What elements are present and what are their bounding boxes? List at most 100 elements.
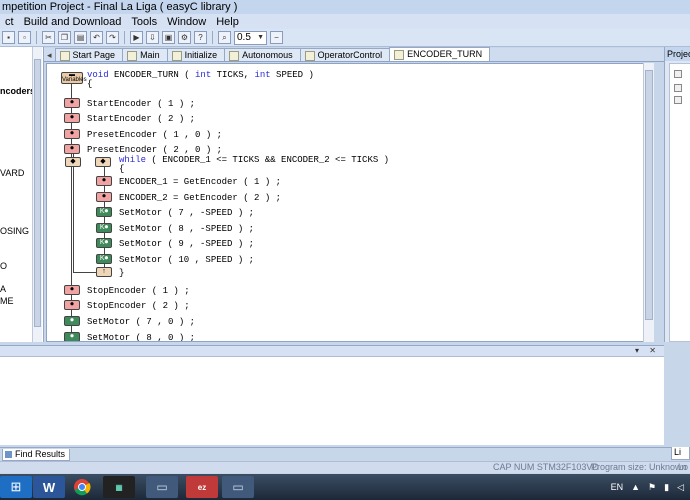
paste-icon[interactable]: ▤: [74, 31, 87, 44]
tray-arrow-icon[interactable]: ▲: [631, 482, 640, 492]
scroll-thumb[interactable]: [34, 59, 41, 327]
language-indicator[interactable]: EN: [611, 482, 624, 492]
project-tree[interactable]: [669, 63, 690, 342]
tab-main[interactable]: Main: [122, 48, 168, 61]
get-encoder-block[interactable]: ⏺: [96, 192, 112, 202]
code-line[interactable]: StartEncoder ( 1 ) ;: [87, 99, 195, 109]
preset-encoder-block[interactable]: ⏺: [64, 129, 80, 139]
tab-start-page[interactable]: Start Page: [54, 48, 124, 61]
left-panel-item[interactable]: O: [0, 261, 7, 271]
stop-encoder-block[interactable]: ⏺: [64, 300, 80, 310]
code-line[interactable]: ENCODER_2 = GetEncoder ( 2 ) ;: [119, 193, 281, 203]
open-folder-icon[interactable]: ▫: [18, 31, 31, 44]
tab-li[interactable]: Li: [671, 447, 690, 460]
tabs-left-arrow-icon[interactable]: ◂: [44, 50, 55, 61]
word-icon[interactable]: W: [33, 476, 65, 498]
copy-icon[interactable]: ❐: [58, 31, 71, 44]
flow-line: [73, 152, 74, 272]
zoom-select[interactable]: 0.5 ▼: [234, 30, 267, 45]
tab-find-results[interactable]: Find Results: [2, 449, 71, 461]
menu-help[interactable]: Help: [211, 16, 244, 28]
editor-tabs: ◂ Start Page Main Initialize Autonomous …: [44, 47, 664, 62]
code-line[interactable]: SetMotor ( 8 , -SPEED ) ;: [119, 224, 254, 234]
tab-encoder-turn[interactable]: ENCODER_TURN: [389, 47, 491, 61]
loop-end-block[interactable]: ↑: [96, 267, 112, 277]
panel-controls-icon[interactable]: ▾ ✕: [635, 346, 660, 355]
settings-icon[interactable]: ⚙: [178, 31, 191, 44]
preset-encoder-block[interactable]: ⏺: [64, 144, 80, 154]
save-icon[interactable]: ▪: [2, 31, 15, 44]
stop-encoder-block[interactable]: ⏺: [64, 285, 80, 295]
build-icon[interactable]: ▶: [130, 31, 143, 44]
tree-item-icon[interactable]: [674, 70, 682, 78]
flag-icon[interactable]: ⚑: [648, 482, 656, 493]
project-panel: Project: [664, 47, 690, 342]
code-editor[interactable]: ▬ Variables void ENCODER_TURN ( int TICKS…: [46, 63, 654, 342]
variables-label: Variables: [62, 77, 87, 83]
code-line[interactable]: ENCODER_1 = GetEncoder ( 1 ) ;: [119, 177, 281, 187]
easyc-icon[interactable]: ez: [186, 476, 218, 498]
get-encoder-block[interactable]: ⏺: [96, 176, 112, 186]
zoom-out-icon[interactable]: −: [270, 31, 283, 44]
menu-tools[interactable]: Tools: [126, 16, 162, 28]
menu-bar: ct Build and Download Tools Window Help: [0, 14, 690, 29]
output-panel: ▾ ✕: [0, 345, 664, 445]
set-motor-block[interactable]: K⏺: [96, 238, 112, 248]
start-encoder-block[interactable]: ⏺: [64, 98, 80, 108]
code-line[interactable]: SetMotor ( 10 , SPEED ) ;: [119, 255, 254, 265]
set-motor-block[interactable]: K⏺: [96, 207, 112, 217]
tab-initialize[interactable]: Initialize: [166, 48, 226, 61]
set-motor-block[interactable]: ⏺: [64, 316, 80, 326]
set-motor-block[interactable]: ⏺: [64, 332, 80, 341]
left-scrollbar[interactable]: [32, 47, 42, 342]
left-panel-item[interactable]: VARD: [0, 168, 24, 178]
explorer-window-icon[interactable]: ▭: [222, 476, 254, 498]
scroll-thumb[interactable]: [645, 70, 653, 320]
undo-icon[interactable]: ↶: [90, 31, 103, 44]
menu-build-and-download[interactable]: Build and Download: [19, 16, 127, 28]
zoom-icon[interactable]: ⌕: [218, 31, 231, 44]
code-line[interactable]: SetMotor ( 7 , -SPEED ) ;: [119, 208, 254, 218]
while-condition-block[interactable]: ◆: [95, 157, 111, 167]
project-panel-title: Project: [665, 47, 690, 61]
code-line[interactable]: PresetEncoder ( 2 , 0 ) ;: [87, 145, 222, 155]
start-button[interactable]: ⊞: [0, 476, 32, 498]
code-line[interactable]: StopEncoder ( 1 ) ;: [87, 286, 190, 296]
menu-window[interactable]: Window: [162, 16, 211, 28]
tab-operator-control[interactable]: OperatorControl: [299, 48, 391, 61]
code-line[interactable]: SetMotor ( 8 , 0 ) ;: [87, 333, 195, 341]
function-name: ENCODER_TURN (: [108, 70, 196, 80]
menu-project[interactable]: ct: [0, 16, 19, 28]
left-panel-item[interactable]: ME: [0, 296, 14, 306]
download-icon[interactable]: ⇩: [146, 31, 159, 44]
explorer-icon[interactable]: ▭: [146, 476, 178, 498]
tab-autonomous[interactable]: Autonomous: [224, 48, 301, 61]
code-line[interactable]: StartEncoder ( 2 ) ;: [87, 114, 195, 124]
volume-icon[interactable]: ◁: [677, 482, 684, 493]
tree-item-icon[interactable]: [674, 96, 682, 104]
code-line[interactable]: PresetEncoder ( 1 , 0 ) ;: [87, 130, 222, 140]
variables-block[interactable]: ▬ Variables: [61, 72, 87, 84]
code-line[interactable]: SetMotor ( 7 , 0 ) ;: [87, 317, 195, 327]
window-title: mpetition Project - Final La Liga ( easy…: [0, 0, 690, 14]
status-program-size: Program size: Unknown: [591, 462, 687, 472]
set-motor-block[interactable]: K⏺: [96, 223, 112, 233]
set-motor-block[interactable]: K⏺: [96, 254, 112, 264]
keyword: int: [254, 70, 271, 80]
left-panel-item[interactable]: ncoders: [0, 86, 35, 96]
chrome-icon[interactable]: [66, 476, 98, 498]
battery-icon[interactable]: ▮: [664, 482, 669, 493]
editor-scrollbar[interactable]: [643, 63, 654, 342]
left-panel-item[interactable]: OSING: [0, 226, 29, 236]
terminal-icon[interactable]: ▣: [162, 31, 175, 44]
help-icon[interactable]: ?: [194, 31, 207, 44]
tree-item-icon[interactable]: [674, 84, 682, 92]
cut-icon[interactable]: ✂: [42, 31, 55, 44]
app-icon[interactable]: ▦: [103, 476, 135, 498]
start-encoder-block[interactable]: ⏺: [64, 113, 80, 123]
left-panel-item[interactable]: A: [0, 284, 6, 294]
code-line[interactable]: SetMotor ( 9 , -SPEED ) ;: [119, 239, 254, 249]
redo-icon[interactable]: ↷: [106, 31, 119, 44]
code-line[interactable]: StopEncoder ( 2 ) ;: [87, 301, 190, 311]
while-loop-block[interactable]: ◆: [65, 157, 81, 167]
